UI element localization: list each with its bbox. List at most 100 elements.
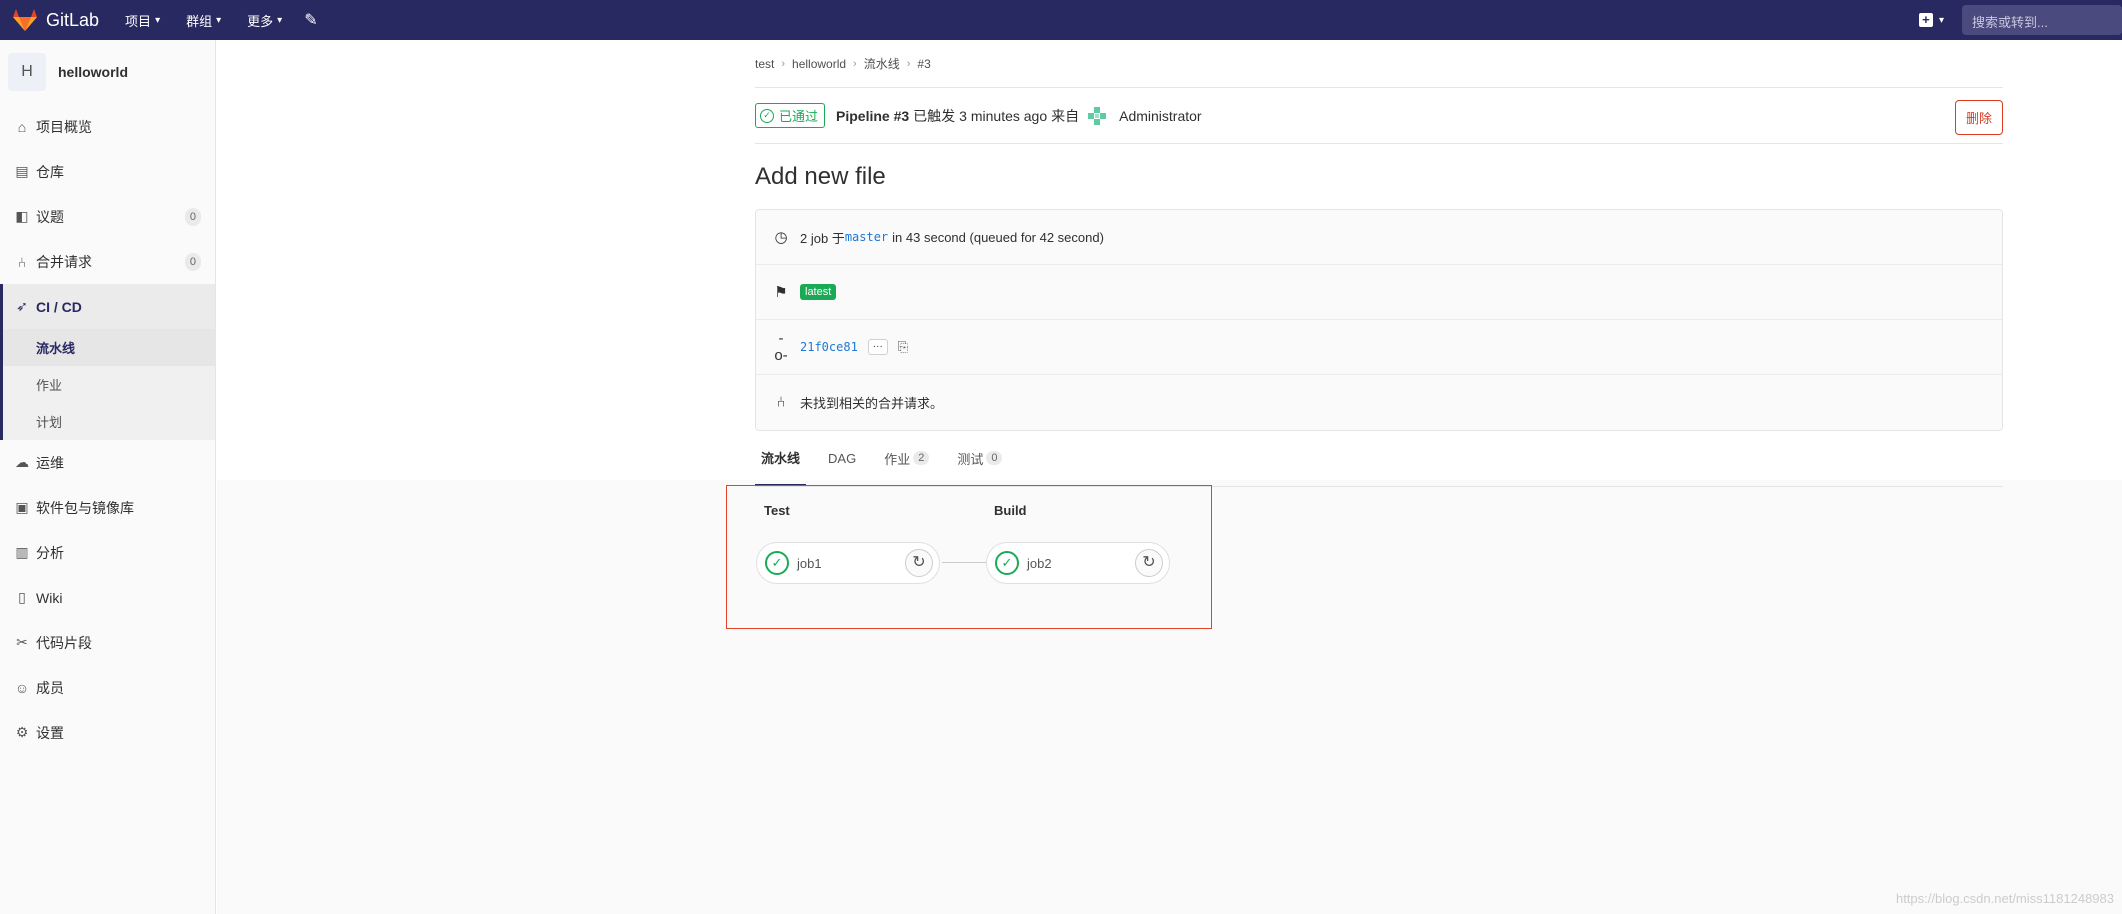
pipeline-header: ✓ 已通过 Pipeline #3 已触发 3 minutes ago 来自 A… <box>755 88 2003 144</box>
sidebar-item-label: 合并请求 <box>36 253 92 270</box>
sidebar-subitem-jobs[interactable]: 作业 <box>3 366 215 403</box>
package-icon: ▣ <box>15 499 29 515</box>
issues-count-badge: 0 <box>184 208 201 226</box>
sidebar-item-label: 分析 <box>36 544 64 561</box>
breadcrumb-item-helloworld[interactable]: helloworld <box>792 57 846 71</box>
nav-groups-label: 群组 <box>186 13 213 29</box>
tab-tests[interactable]: 测试 0 <box>951 430 1008 486</box>
home-icon: ⌂ <box>17 118 27 135</box>
nav-more-label: 更多 <box>247 13 274 29</box>
doc-icon: ▤ <box>15 163 29 179</box>
jobs-prefix: 2 job 于 <box>800 230 845 246</box>
nav-groups-dropdown[interactable]: 群组 ▾ <box>186 11 221 30</box>
sidebar-item-label: 项目概览 <box>36 118 92 135</box>
sidebar-subitem-pipelines[interactable]: 流水线 <box>3 329 215 366</box>
chevron-right-icon: › <box>853 57 857 70</box>
job-name: job1 <box>797 555 822 571</box>
sidebar-item-wiki[interactable]: ▯ Wiki <box>0 575 215 620</box>
pipeline-triggered-label: 已触发 <box>913 107 956 124</box>
breadcrumb-item-pipelines[interactable]: 流水线 <box>864 55 900 72</box>
chevron-down-icon: ▾ <box>155 14 161 26</box>
pipeline-info-box: ◷ 2 job 于 master in 43 second (queued fo… <box>755 209 2003 431</box>
pipeline-time: 3 minutes ago <box>959 107 1048 124</box>
page-title: Add new file <box>755 163 886 190</box>
watermark-text: https://blog.csdn.net/miss1181248983 <box>1895 891 2114 906</box>
pipeline-user[interactable]: Administrator <box>1119 108 1201 124</box>
check-circle-icon: ✓ <box>760 108 774 123</box>
project-avatar: H <box>8 53 46 91</box>
pipeline-from-label: 来自 <box>1051 107 1080 124</box>
job-node[interactable]: ✓ job1 ↻ <box>756 542 940 584</box>
no-merge-request-text: 未找到相关的合并请求。 <box>800 396 944 411</box>
pipeline-tabs: 流水线 DAG 作业 2 测试 0 <box>755 431 2003 487</box>
project-sidebar: H helloworld ⌂ 项目概览 ▤ 仓库 ◧ 议题 0 ⑃ 合并请求 0 ➶ CI /… <box>0 40 216 914</box>
sidebar-item-settings[interactable]: ⚙ 设置 <box>0 710 215 755</box>
sidebar-item-label: 软件包与镜像库 <box>36 499 134 516</box>
plus-square-icon: + <box>1918 13 1933 27</box>
sidebar-item-cicd[interactable]: ➶ CI / CD <box>0 284 215 329</box>
stage-connector-line <box>942 562 988 563</box>
retry-icon[interactable]: ↻ <box>905 549 933 577</box>
avatar[interactable] <box>1087 106 1107 126</box>
tab-pipeline[interactable]: 流水线 <box>755 430 807 486</box>
sidebar-item-analytics[interactable]: ▥ 分析 <box>0 530 215 575</box>
merge-request-row: ⑃ 未找到相关的合并请求。 <box>756 375 2002 430</box>
admin-wrench-icon[interactable]: ✎ <box>304 10 317 30</box>
status-badge[interactable]: ✓ 已通过 <box>755 103 826 128</box>
retry-icon[interactable]: ↻ <box>1135 549 1163 577</box>
merge-icon: ⑃ <box>776 394 786 411</box>
clock-icon: ◷ <box>774 229 788 246</box>
tab-label: 流水线 <box>761 450 801 466</box>
expand-commit-button[interactable]: ··· <box>867 339 888 355</box>
sidebar-item-label: 设置 <box>36 724 64 741</box>
copy-clipboard-icon[interactable]: ⎘ <box>898 339 908 355</box>
job-name: job2 <box>1027 555 1052 571</box>
commit-sha-link[interactable]: 21f0ce81 <box>800 340 858 354</box>
breadcrumb-item-pipeline-3[interactable]: #3 <box>917 57 930 71</box>
sidebar-item-label: CI / CD <box>36 298 82 315</box>
sidebar-item-label: Wiki <box>36 589 63 606</box>
sidebar-item-packages[interactable]: ▣ 软件包与镜像库 <box>0 485 215 530</box>
delete-button[interactable]: 删除 <box>1954 100 2003 135</box>
sidebar-item-overview[interactable]: ⌂ 项目概览 <box>0 104 215 149</box>
breadcrumb-item-test[interactable]: test <box>755 57 774 71</box>
top-navbar: GitLab 项目 ▾ 群组 ▾ 更多 ▾ ✎ + ▾ 搜索或转到... <box>0 0 2122 40</box>
sidebar-item-label: 议题 <box>36 208 64 225</box>
users-icon: ☺ <box>14 679 30 696</box>
nav-more-dropdown[interactable]: 更多 ▾ <box>247 11 282 30</box>
job-node[interactable]: ✓ job2 ↻ <box>986 542 1170 584</box>
tab-dag[interactable]: DAG <box>822 430 862 486</box>
sidebar-item-operations[interactable]: ☁ 运维 <box>0 440 215 485</box>
merge-requests-count-badge: 0 <box>184 253 201 271</box>
issues-icon: ◧ <box>15 208 29 224</box>
chart-icon: ▥ <box>15 544 29 560</box>
status-label: 已通过 <box>779 109 819 124</box>
new-item-dropdown[interactable]: + ▾ <box>1918 13 1944 27</box>
search-input[interactable]: 搜索或转到... <box>1962 5 2122 35</box>
sidebar-item-label: 成员 <box>36 679 64 696</box>
gitlab-logo-text: GitLab <box>46 9 100 30</box>
pipeline-tags-row: ⚑ latest <box>756 265 2002 320</box>
tab-jobs[interactable]: 作业 2 <box>878 430 935 486</box>
tab-label: DAG <box>828 450 857 466</box>
project-name: helloworld <box>58 64 128 80</box>
latest-badge: latest <box>800 284 837 300</box>
project-header[interactable]: H helloworld <box>0 40 215 104</box>
commit-icon: -o- <box>774 330 788 364</box>
sidebar-subitem-schedules[interactable]: 计划 <box>3 403 215 440</box>
branch-link[interactable]: master <box>845 230 888 244</box>
sidebar-item-snippets[interactable]: ✂ 代码片段 <box>0 620 215 665</box>
sidebar-item-label: 运维 <box>36 454 64 471</box>
check-circle-icon: ✓ <box>995 551 1019 575</box>
nav-projects-dropdown[interactable]: 项目 ▾ <box>125 11 160 30</box>
stage-title-test: Test <box>764 503 790 518</box>
merge-icon: ⑃ <box>17 253 27 270</box>
sidebar-item-repository[interactable]: ▤ 仓库 <box>0 149 215 194</box>
sidebar-item-issues[interactable]: ◧ 议题 0 <box>0 194 215 239</box>
chevron-right-icon: › <box>781 57 786 70</box>
sidebar-item-merge-requests[interactable]: ⑃ 合并请求 0 <box>0 239 215 284</box>
flag-icon: ⚑ <box>774 284 788 301</box>
gitlab-logo[interactable]: GitLab <box>12 0 99 40</box>
sidebar-item-members[interactable]: ☺ 成员 <box>0 665 215 710</box>
chevron-down-icon: ▾ <box>277 14 283 26</box>
